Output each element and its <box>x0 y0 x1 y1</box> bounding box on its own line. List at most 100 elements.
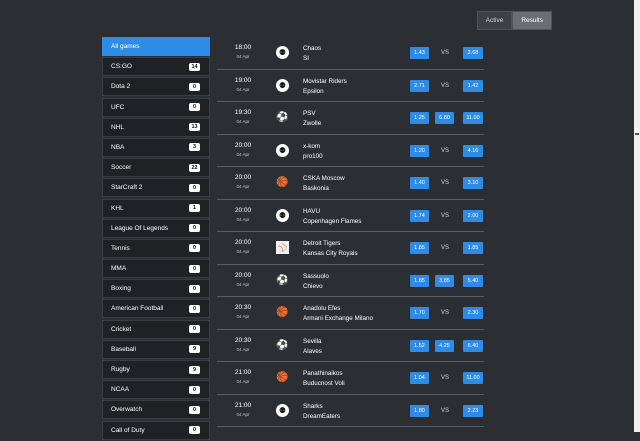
team-home: Sassuolo <box>303 272 329 280</box>
match-time: 19:00 <box>234 76 252 84</box>
sidebar-item-count: 0 <box>189 385 200 394</box>
sidebar-item-label: Soccer <box>111 164 132 172</box>
odd-away-button[interactable]: 11.00 <box>463 372 483 384</box>
vs-label: VS <box>441 245 450 251</box>
team-home: Sevilla <box>303 337 322 345</box>
sidebar-item-cricket[interactable]: Cricket 0 <box>102 319 210 339</box>
match-row[interactable]: 18:00 04 Apr ⚉ Chaos SI 1.43 VS 2.68 <box>217 37 484 70</box>
sidebar-item-mma[interactable]: MMA 0 <box>102 259 210 279</box>
match-row[interactable]: 21:00 04 Apr 🏀 Panathinaikos Buducnost Voli 1… <box>217 362 484 395</box>
match-date: 04 Apr <box>236 151 250 157</box>
odd-home-button[interactable]: 1.52 <box>410 339 429 352</box>
sidebar-item-american-football[interactable]: American Football 0 <box>102 299 210 319</box>
sidebar-item-overwatch[interactable]: Overwatch 0 <box>102 400 210 420</box>
sidebar-item-count: 0 <box>189 224 200 233</box>
odd-away-button[interactable]: 11.00 <box>463 112 483 124</box>
vs-label: VS <box>441 180 450 186</box>
odd-home-button[interactable]: 1.43 <box>410 47 429 59</box>
team-home: Anadolu Efes <box>303 305 341 312</box>
odd-home-button[interactable]: 1.70 <box>410 307 429 319</box>
odd-away-button[interactable]: 2.30 <box>463 307 483 319</box>
match-row[interactable]: 20:00 04 Apr ⚾ Detroit Tigers Kansas City Ro… <box>217 232 484 265</box>
tab-active[interactable]: Active <box>476 11 513 30</box>
odd-away-button[interactable]: 4.16 <box>463 144 483 157</box>
basketball-icon: 🏀 <box>276 177 289 188</box>
sidebar-item-soccer[interactable]: Soccer 22 <box>102 158 210 178</box>
team-home: x-kom <box>303 142 321 150</box>
match-row[interactable]: 20:00 04 Apr 🏀 CSKA Moscow Baskonia 1.40 VS 3.1… <box>217 167 484 200</box>
scroll-thumb[interactable] <box>635 133 639 135</box>
odd-home-button[interactable]: 1.74 <box>410 209 429 222</box>
match-date: 04 Apr <box>236 216 250 222</box>
cs-icon: ⚉ <box>276 46 289 59</box>
sidebar-item-cs-go[interactable]: CS:GO 14 <box>102 57 210 77</box>
match-date: 04 Apr <box>236 86 250 92</box>
tab-results[interactable]: Results <box>512 11 552 30</box>
match-row[interactable]: 20:00 04 Apr ⚉ HAVU Copenhagen Flames 1.74 VS 2… <box>217 200 484 232</box>
odd-home-button[interactable]: 2.71 <box>410 79 429 92</box>
match-row[interactable]: 20:00 04 Apr ⚽ Sassuolo Chievo 1.85 3.85 5.40 <box>217 265 484 297</box>
match-date: 04 Apr <box>236 54 250 59</box>
sidebar-item-label: Dota 2 <box>111 83 131 91</box>
sidebar-item-count: 1 <box>189 204 200 212</box>
team-away: Copenhagen Flames <box>303 217 362 225</box>
match-row[interactable]: 21:00 04 Apr ⚉ Sharks DreamEaters 1.80 VS 2.23 <box>217 395 484 427</box>
sidebar-item-league-of-legends[interactable]: League Of Legends 0 <box>102 218 210 238</box>
team-home: HAVU <box>303 207 321 215</box>
team-away: Epsilon <box>303 87 324 95</box>
team-away: Kansas City Royals <box>303 250 358 257</box>
team-away: pro100 <box>303 152 323 160</box>
odd-draw-button[interactable]: 4.25 <box>435 339 454 352</box>
sidebar-item-tennis[interactable]: Tennis 0 <box>102 238 210 258</box>
sidebar-item-nba[interactable]: NBA 3 <box>102 137 210 157</box>
sidebar-item-label: NBA <box>111 143 125 151</box>
match-row[interactable]: 19:00 04 Apr ⚉ Movistar Riders Epsilon 2.71 VS… <box>217 70 484 102</box>
sidebar-item-nhl[interactable]: NHL 13 <box>102 117 210 137</box>
odd-away-button[interactable]: 2.23 <box>463 404 483 417</box>
odd-home-button[interactable]: 1.25 <box>410 112 429 124</box>
odd-home-button[interactable]: 1.40 <box>410 177 429 189</box>
odd-away-button[interactable]: 2.00 <box>463 209 483 222</box>
team-home: Detroit Tigers <box>303 240 341 247</box>
basketball-icon: 🏀 <box>276 372 289 383</box>
sidebar-item-label: Call of Duty <box>111 426 145 434</box>
match-date: 04 Apr <box>236 314 250 319</box>
odd-away-button[interactable]: 1.85 <box>463 242 483 254</box>
odd-draw-button[interactable]: 6.80 <box>435 112 454 124</box>
sidebar-item-ncaa[interactable]: NCAA 0 <box>102 380 210 400</box>
odd-home-button[interactable]: 1.04 <box>410 372 429 384</box>
odd-draw-button[interactable]: 3.85 <box>435 274 454 287</box>
match-time: 20:30 <box>234 304 252 311</box>
sidebar-item-call-of-duty[interactable]: Call of Duty 0 <box>102 420 210 440</box>
odd-away-button[interactable]: 1.42 <box>463 79 483 92</box>
odd-home-button[interactable]: 1.80 <box>410 404 429 417</box>
odd-away-button[interactable]: 3.10 <box>463 177 483 189</box>
match-row[interactable]: 20:00 04 Apr ⚉ x-kom pro100 1.20 VS 4.16 <box>217 135 484 167</box>
match-row[interactable]: 20:30 04 Apr 🏀 Anadolu Efes Armani Exchange … <box>217 297 484 330</box>
odd-home-button[interactable]: 1.85 <box>410 274 429 287</box>
match-time: 20:00 <box>234 239 252 246</box>
sidebar-item-rugby[interactable]: Rugby 9 <box>102 360 210 379</box>
match-row[interactable]: 19:30 04 Apr ⚽ PSV Zwolle 1.25 6.80 11.00 <box>217 102 484 135</box>
match-time: 18:00 <box>234 44 252 51</box>
sidebar-item-ufc[interactable]: UFC 0 <box>102 97 210 117</box>
scrollbar[interactable] <box>634 0 640 432</box>
team-away: SI <box>303 55 309 62</box>
match-row[interactable]: 20:30 04 Apr ⚽ Sevilla Alaves 1.52 4.25 6.40 <box>217 330 484 362</box>
sidebar-item-dota-2[interactable]: Dota 2 0 <box>102 77 210 97</box>
odd-away-button[interactable]: 6.40 <box>463 339 483 352</box>
sidebar-item-label: Boxing <box>111 285 131 293</box>
match-date: 04 Apr <box>236 346 250 352</box>
odd-away-button[interactable]: 5.40 <box>463 274 483 287</box>
cs-icon: ⚉ <box>276 78 289 92</box>
sidebar-item-baseball[interactable]: Baseball 9 <box>102 339 210 359</box>
sidebar-item-starcraft-2[interactable]: StarCraft 2 0 <box>102 178 210 198</box>
cs-icon: ⚉ <box>276 208 289 222</box>
sidebar-item-boxing[interactable]: Boxing 0 <box>102 279 210 299</box>
sidebar-item-khl[interactable]: KHL 1 <box>102 198 210 218</box>
sidebar-item-label: Cricket <box>111 325 132 333</box>
odd-home-button[interactable]: 1.20 <box>410 144 429 157</box>
sidebar-item-all-games[interactable]: All games <box>102 37 210 56</box>
odd-home-button[interactable]: 1.85 <box>410 242 429 254</box>
odd-away-button[interactable]: 2.68 <box>463 47 483 59</box>
